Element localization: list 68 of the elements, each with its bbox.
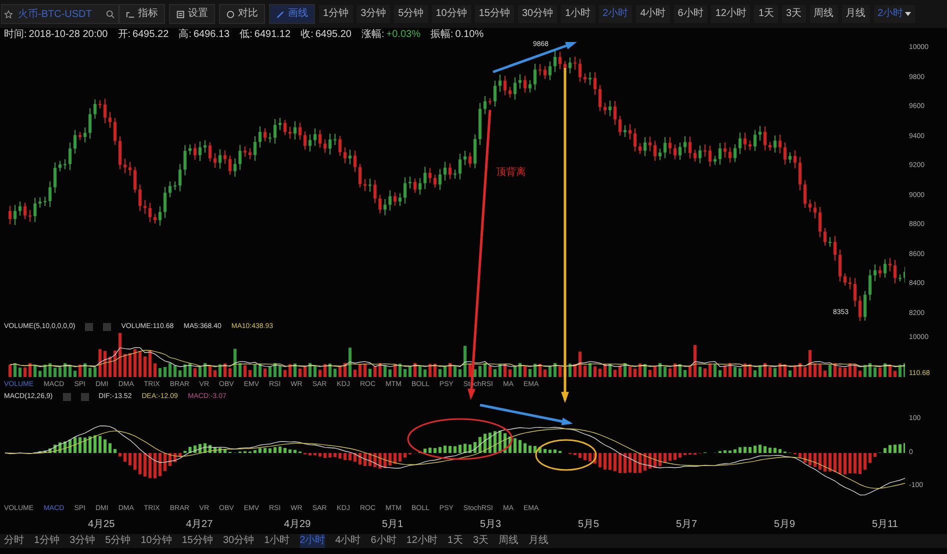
period-tab[interactable]: 1天 (754, 5, 778, 23)
period-tab[interactable]: 1天 (447, 534, 463, 548)
info-label: 涨幅: (362, 28, 384, 41)
close-square[interactable] (80, 393, 89, 401)
period-tab[interactable]: 1小时 (561, 5, 595, 23)
period-tab[interactable]: 3分钟 (70, 534, 96, 548)
date-label: 5月7 (676, 518, 698, 532)
period-tab[interactable]: 12小时 (406, 534, 438, 548)
period-tab[interactable]: 1分钟 (319, 5, 353, 23)
list-icon (176, 10, 185, 18)
info-value: 2018-10-28 20:00 (28, 28, 108, 41)
highlight-ellipse (535, 439, 597, 471)
divergence-label: 顶背离 (496, 166, 526, 180)
info-value: 6491.12 (254, 28, 291, 41)
info-value: 6496.13 (193, 28, 230, 41)
period-tab[interactable]: 1小时 (264, 534, 290, 548)
info-label: 振幅: (430, 28, 454, 41)
period-tab[interactable]: 10分钟 (140, 534, 172, 548)
info-value: +0.03% (386, 28, 420, 41)
period-tab[interactable]: 周线 (498, 534, 519, 548)
period-tab[interactable]: 1分钟 (34, 534, 60, 548)
toolbar-button[interactable]: 画线 (269, 4, 315, 24)
info-label: 收: (300, 28, 314, 41)
toolbar-button[interactable]: 对比 (219, 4, 265, 24)
period-tab[interactable]: 分时 (4, 534, 24, 548)
date-label: 5月11 (872, 518, 898, 532)
period-tab[interactable]: 4小时 (636, 5, 670, 23)
period-tab[interactable]: 5分钟 (394, 5, 428, 23)
period-tab[interactable]: 3分钟 (356, 5, 390, 23)
period-tab[interactable]: 月线 (528, 534, 549, 548)
period-tab[interactable]: 月线 (842, 5, 870, 23)
period-tab[interactable]: 10分钟 (432, 5, 471, 23)
info-label: 开: (118, 28, 131, 41)
date-label: 4月25 (88, 518, 115, 532)
info-value: 0.10% (455, 28, 484, 41)
date-label: 5月5 (578, 518, 600, 532)
date-label: 5月3 (480, 518, 502, 532)
close-square[interactable] (103, 323, 112, 331)
caret-icon (905, 12, 912, 16)
period-tab[interactable]: 12小时 (711, 5, 750, 23)
toolbar-button[interactable]: 设置 (169, 4, 215, 24)
star-icon (4, 10, 13, 18)
info-label: 时间: (4, 28, 27, 41)
info-label: 高: (178, 28, 192, 41)
info-value: 6495.22 (132, 28, 169, 41)
period-tab[interactable]: 15分钟 (182, 534, 213, 548)
period-tab[interactable]: 30分钟 (222, 534, 254, 548)
settings-square[interactable] (62, 393, 71, 401)
period-tab[interactable]: 周线 (810, 5, 838, 23)
period-tab[interactable]: 15分钟 (474, 5, 514, 23)
period-tab[interactable]: 6小时 (674, 5, 708, 23)
info-label: 低: (240, 28, 252, 41)
date-label: 5月1 (382, 518, 404, 532)
period-tab[interactable]: 3天 (473, 534, 489, 548)
search-icon (106, 10, 115, 18)
date-label: 4月29 (284, 518, 311, 532)
period-tab[interactable]: 3天 (782, 5, 806, 23)
pen-icon (276, 10, 285, 18)
date-label: 5月9 (774, 518, 796, 532)
info-value: 6495.20 (315, 28, 352, 41)
toolbar-button[interactable]: 指标 (119, 4, 165, 24)
period-tab[interactable]: 5分钟 (105, 534, 131, 548)
period-tab[interactable]: 4小时 (335, 534, 361, 548)
settings-square[interactable] (85, 323, 94, 331)
date-label: 4月27 (186, 518, 213, 532)
period-tab[interactable]: 6小时 (370, 534, 396, 548)
circle-icon (226, 10, 235, 18)
period-tab[interactable]: 30分钟 (518, 5, 558, 23)
